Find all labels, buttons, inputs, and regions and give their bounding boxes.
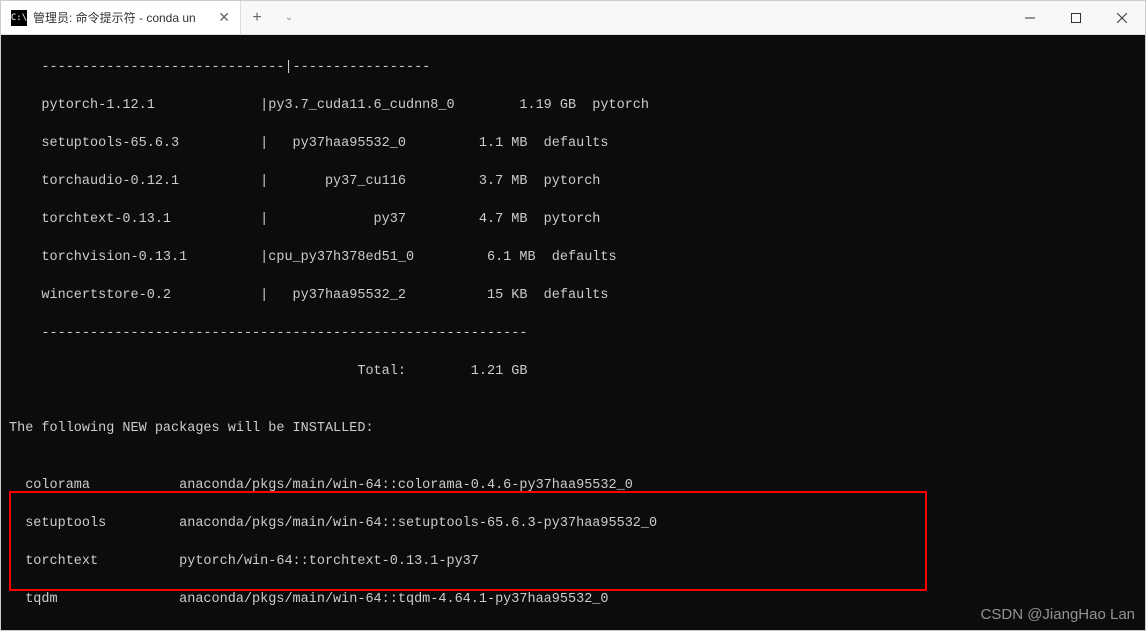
separator: ----------------------------------------… (9, 324, 1137, 343)
total-line: Total: 1.21 GB (9, 362, 1137, 381)
pkg-row: setuptools-65.6.3 | py37haa95532_0 1.1 M… (9, 134, 1137, 153)
minimize-button[interactable] (1007, 1, 1053, 34)
install-row: setuptools anaconda/pkgs/main/win-64::se… (9, 514, 1137, 533)
titlebar: C:\ 管理员: 命令提示符 - conda un ✕ + ⌄ (1, 1, 1145, 35)
tab-active[interactable]: C:\ 管理员: 命令提示符 - conda un ✕ (1, 1, 241, 34)
install-row: colorama anaconda/pkgs/main/win-64::colo… (9, 476, 1137, 495)
watermark: CSDN @JiangHao Lan (981, 605, 1135, 624)
separator: ------------------------------|---------… (9, 58, 1137, 77)
highlight-box (9, 491, 927, 591)
section-header: The following NEW packages will be INSTA… (9, 419, 1137, 438)
maximize-button[interactable] (1053, 1, 1099, 34)
cmd-icon: C:\ (11, 10, 27, 26)
pkg-row: torchtext-0.13.1 | py37 4.7 MB pytorch (9, 210, 1137, 229)
install-row: wincertstore anaconda/pkgs/main/win-64::… (9, 628, 1137, 630)
window-controls (1007, 1, 1145, 34)
terminal-window: C:\ 管理员: 命令提示符 - conda un ✕ + ⌄ --------… (0, 0, 1146, 631)
close-window-button[interactable] (1099, 1, 1145, 34)
pkg-row: torchvision-0.13.1 |cpu_py37h378ed51_0 6… (9, 248, 1137, 267)
pkg-row: pytorch-1.12.1 |py3.7_cuda11.6_cudnn8_0 … (9, 96, 1137, 115)
close-tab-icon[interactable]: ✕ (218, 9, 230, 26)
pkg-row: wincertstore-0.2 | py37haa95532_2 15 KB … (9, 286, 1137, 305)
install-row: tqdm anaconda/pkgs/main/win-64::tqdm-4.6… (9, 590, 1137, 609)
tab-title: 管理员: 命令提示符 - conda un (33, 9, 196, 26)
terminal-output[interactable]: ------------------------------|---------… (1, 35, 1145, 630)
install-row: torchtext pytorch/win-64::torchtext-0.13… (9, 552, 1137, 571)
new-tab-button[interactable]: + (241, 1, 273, 34)
tab-dropdown-icon[interactable]: ⌄ (273, 1, 305, 34)
pkg-row: torchaudio-0.12.1 | py37_cu116 3.7 MB py… (9, 172, 1137, 191)
